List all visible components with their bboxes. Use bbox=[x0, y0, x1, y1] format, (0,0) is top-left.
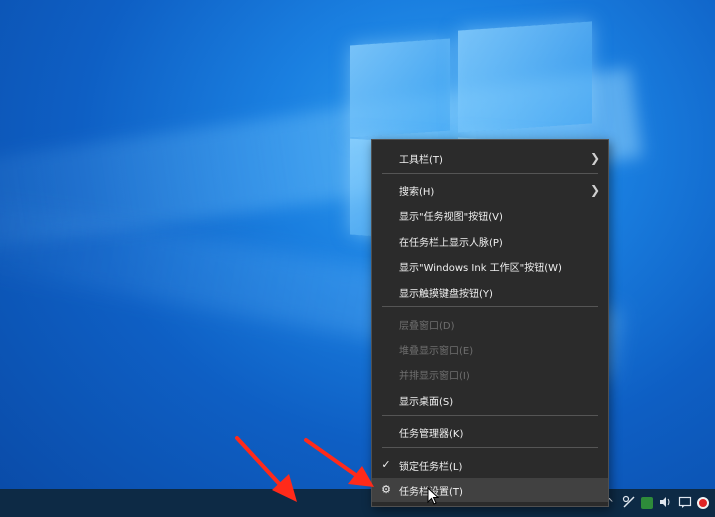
menu-item-label: 显示"任务视图"按钮(V) bbox=[399, 211, 503, 223]
mouse-cursor-icon bbox=[427, 487, 439, 505]
volume-icon[interactable] bbox=[657, 495, 673, 511]
gear-icon: ⚙ bbox=[381, 483, 391, 496]
record-icon[interactable] bbox=[697, 497, 709, 509]
chevron-right-icon: ❯ bbox=[590, 151, 601, 165]
menu-item-show-windows-ink-button[interactable]: 显示"Windows Ink 工作区"按钮(W) bbox=[372, 254, 608, 278]
logo-pane bbox=[350, 38, 450, 138]
menu-item-show-desktop[interactable]: 显示桌面(S) bbox=[372, 388, 608, 412]
menu-item-label: 显示"Windows Ink 工作区"按钮(W) bbox=[399, 262, 562, 274]
menu-item-taskbar-settings[interactable]: ⚙ 任务栏设置(T) bbox=[372, 478, 608, 502]
menu-item-cascade-windows: 层叠窗口(D) bbox=[372, 312, 608, 336]
menu-item-lock-taskbar[interactable]: ✓ 锁定任务栏(L) bbox=[372, 453, 608, 477]
checkmark-icon: ✓ bbox=[381, 458, 391, 471]
menu-separator bbox=[382, 306, 598, 307]
logo-pane bbox=[458, 21, 592, 133]
menu-item-label: 堆叠显示窗口(E) bbox=[399, 345, 474, 357]
menu-item-label: 并排显示窗口(I) bbox=[399, 370, 470, 382]
menu-item-show-touch-keyboard-button[interactable]: 显示触摸键盘按钮(Y) bbox=[372, 280, 608, 304]
menu-item-label: 锁定任务栏(L) bbox=[399, 461, 463, 473]
menu-item-label: 在任务栏上显示人脉(P) bbox=[399, 237, 503, 249]
system-tray: ^ bbox=[601, 489, 715, 517]
menu-item-show-people[interactable]: 在任务栏上显示人脉(P) bbox=[372, 229, 608, 253]
menu-item-label: 显示触摸键盘按钮(Y) bbox=[399, 288, 493, 300]
notification-icon[interactable] bbox=[677, 495, 693, 511]
menu-item-label: 显示桌面(S) bbox=[399, 396, 454, 408]
menu-item-label: 搜索(H) bbox=[399, 186, 435, 198]
menu-separator bbox=[382, 415, 598, 416]
security-shield-icon[interactable] bbox=[641, 497, 653, 509]
chevron-right-icon: ❯ bbox=[590, 183, 601, 197]
menu-item-label: 工具栏(T) bbox=[399, 154, 443, 166]
red-arrow-icon bbox=[304, 438, 374, 487]
menu-item-side-by-side-windows: 并排显示窗口(I) bbox=[372, 362, 608, 386]
menu-item-search[interactable]: 搜索(H) ❯ bbox=[372, 178, 608, 202]
taskbar-context-menu: 工具栏(T) ❯ 搜索(H) ❯ 显示"任务视图"按钮(V) 在任务栏上显示人脉… bbox=[371, 139, 609, 507]
menu-item-toolbars[interactable]: 工具栏(T) ❯ bbox=[372, 146, 608, 170]
menu-item-label: 层叠窗口(D) bbox=[399, 320, 455, 332]
menu-item-task-manager[interactable]: 任务管理器(K) bbox=[372, 420, 608, 444]
menu-separator bbox=[382, 447, 598, 448]
menu-item-show-task-view-button[interactable]: 显示"任务视图"按钮(V) bbox=[372, 203, 608, 227]
menu-separator bbox=[382, 173, 598, 174]
menu-item-stack-windows: 堆叠显示窗口(E) bbox=[372, 337, 608, 361]
menu-item-label: 任务管理器(K) bbox=[399, 428, 464, 440]
network-icon[interactable] bbox=[621, 495, 637, 511]
